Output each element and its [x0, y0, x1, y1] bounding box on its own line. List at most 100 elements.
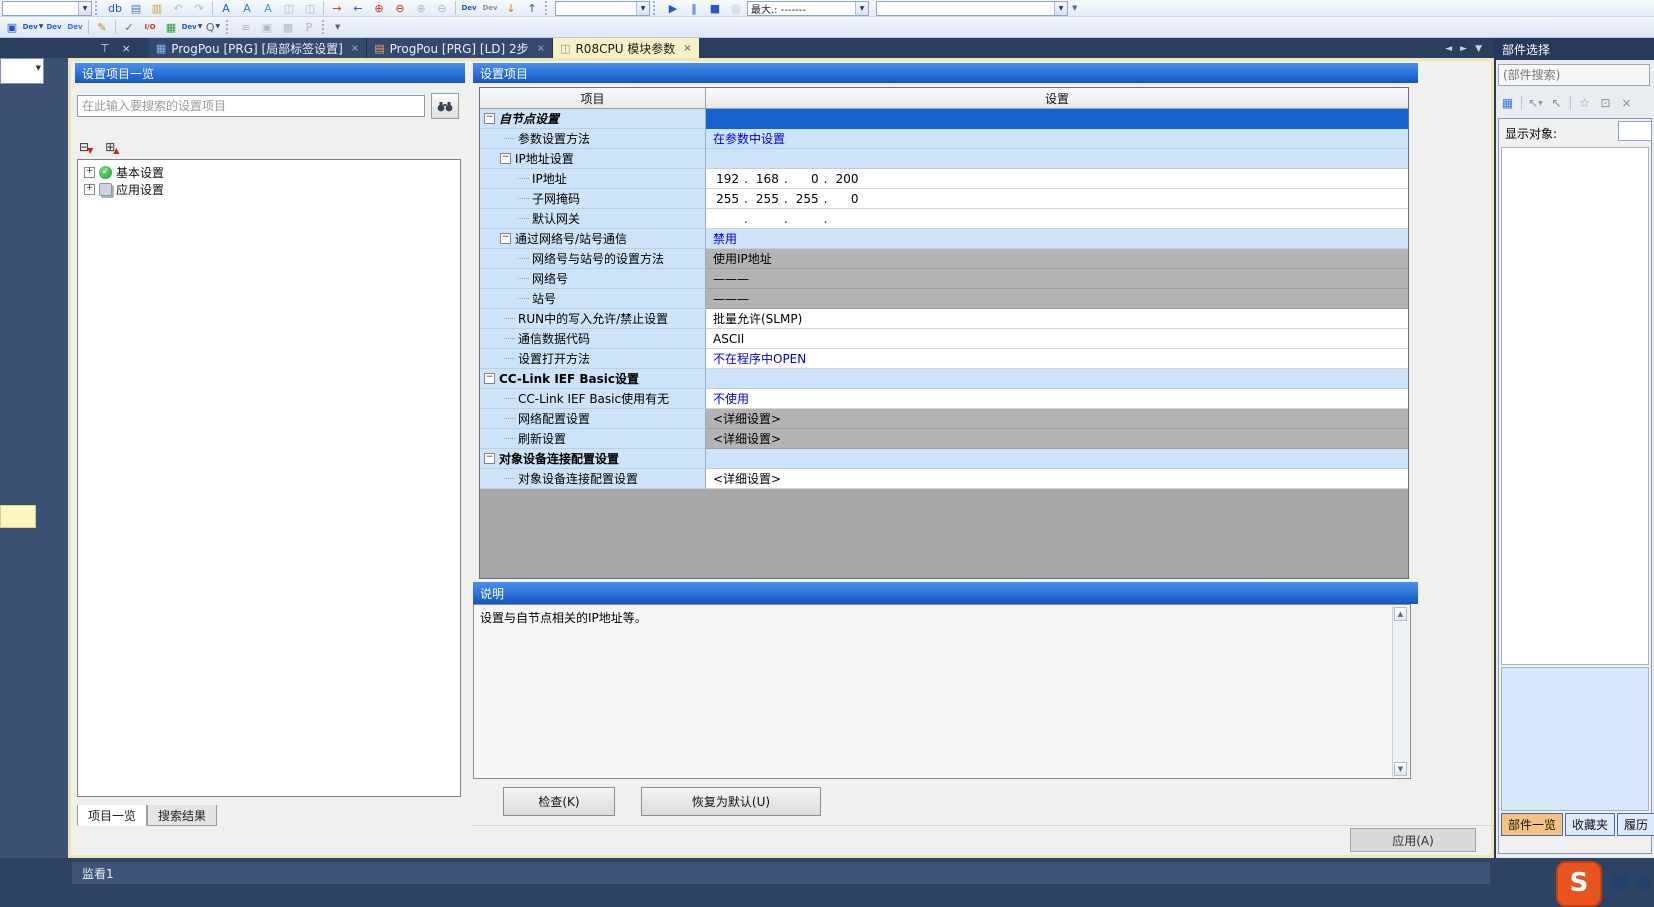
dev-columns-icon[interactable]: Dev — [65, 20, 85, 35]
window-tile-icon[interactable]: ◫ — [300, 1, 320, 16]
watch-window-titlebar[interactable]: 监看1 — [72, 862, 1490, 884]
row-value-cell[interactable]: ——— — [706, 289, 1408, 309]
display-target-combobox[interactable] — [1618, 121, 1652, 141]
row-expander-icon[interactable]: − — [500, 153, 511, 164]
table-row[interactable]: −CC-Link IEF Basic设置 — [480, 369, 1408, 389]
write-to-plc-icon[interactable]: ↑ — [522, 1, 542, 16]
table-row[interactable]: 子网掩码255.255.255.0 — [480, 189, 1408, 209]
io-check-icon[interactable]: I/O — [140, 20, 160, 35]
toolbar-combobox-2[interactable]: ▼ — [555, 1, 650, 16]
window-cascade-icon[interactable]: ◫ — [279, 1, 299, 16]
redo-icon[interactable]: ↷ — [189, 1, 209, 16]
tab-list-icon[interactable]: ▼ — [1475, 44, 1482, 54]
favorite-icon[interactable]: ☆ — [1575, 94, 1594, 112]
row-value-cell[interactable] — [706, 149, 1408, 169]
row-value-cell[interactable] — [706, 369, 1408, 389]
table-row[interactable]: 对象设备连接配置设置<详细设置> — [480, 469, 1408, 489]
device-write-icon[interactable]: ▦ — [161, 20, 181, 35]
dev-monitor-icon[interactable]: Dev — [459, 1, 479, 16]
check-button[interactable]: 检查(K) — [503, 787, 615, 816]
table-row[interactable]: 网络配置设置<详细设置> — [480, 409, 1408, 429]
toolbar-combobox-wide[interactable]: ▼ — [876, 1, 1068, 16]
tree-item[interactable]: +✓基本设置 — [78, 164, 460, 181]
pin-icon[interactable]: ⊤ — [100, 42, 110, 55]
tree-expander-icon[interactable]: + — [84, 167, 95, 178]
row-value-cell[interactable]: 255.255.255.0 — [706, 189, 1408, 209]
toolbar-combobox-max[interactable]: 最大.: -------▼ — [747, 1, 869, 16]
taskbar-icon[interactable] — [1636, 874, 1652, 890]
row-value-cell[interactable]: ——— — [706, 269, 1408, 289]
apply-button[interactable]: 应用(A) — [1350, 828, 1476, 852]
table-row[interactable]: −自节点设置 — [480, 109, 1408, 129]
row-value-cell[interactable]: <详细设置> — [706, 469, 1408, 489]
toolbar-combobox-1[interactable]: ▼ — [2, 1, 92, 16]
row-expander-icon[interactable]: − — [484, 373, 495, 384]
find-zoom-icon[interactable]: Q▼ — [203, 20, 223, 35]
table-row[interactable]: 网络号——— — [480, 269, 1408, 289]
taskbar-icon[interactable] — [1612, 874, 1628, 890]
device-statement-icon[interactable]: A — [237, 1, 257, 16]
zoom-reset-icon[interactable]: ⊖ — [432, 1, 452, 16]
monitor-watch-icon[interactable]: ◎ — [726, 1, 746, 16]
new-window-icon[interactable]: ▣ — [2, 20, 22, 35]
panel-splitter[interactable] — [465, 61, 473, 855]
table-row[interactable]: −通过网络号/站号通信禁用 — [480, 229, 1408, 249]
close-icon[interactable]: × — [1617, 94, 1636, 112]
toolbar-overflow-icon[interactable]: ▼ — [1072, 4, 1077, 12]
row-value-cell[interactable] — [706, 109, 1408, 129]
row-value-cell[interactable]: 在参数中设置 — [706, 129, 1408, 149]
table-row[interactable]: −IP地址设置 — [480, 149, 1408, 169]
table-row[interactable]: 站号——— — [480, 289, 1408, 309]
table-row[interactable]: 默认网关... — [480, 209, 1408, 229]
user-view-icon[interactable]: P — [299, 20, 319, 35]
description-scrollbar[interactable]: ▲ ▼ — [1392, 606, 1409, 777]
window-view-icon[interactable]: ▣ — [257, 20, 277, 35]
row-expander-icon[interactable]: − — [484, 113, 495, 124]
table-row[interactable]: RUN中的写入允许/禁止设置批量允许(SLMP) — [480, 309, 1408, 329]
tab-close-icon[interactable]: × — [351, 43, 359, 54]
search-button[interactable] — [431, 93, 459, 119]
close-icon[interactable]: × — [122, 42, 131, 55]
table-row[interactable]: CC-Link IEF Basic使用有无不使用 — [480, 389, 1408, 409]
document-tab[interactable]: ▦ProgPou [PRG] [局部标签设置]× — [149, 38, 367, 58]
monitor-stop-icon[interactable]: ■ — [705, 1, 725, 16]
copy-icon[interactable]: ▤ — [126, 1, 146, 16]
search-input[interactable]: 在此输入要搜索的设置项目 — [77, 95, 425, 117]
monitor-start-icon[interactable]: ▶ — [663, 1, 683, 16]
element-panel-tab[interactable]: 履历 — [1617, 813, 1654, 836]
row-value-cell[interactable]: 批量允许(SLMP) — [706, 309, 1408, 329]
row-value-cell[interactable]: 禁用 — [706, 229, 1408, 249]
paste-icon[interactable]: ▥ — [147, 1, 167, 16]
left-panel-tab[interactable]: 搜索结果 — [147, 805, 217, 826]
left-panel-tab[interactable]: 项目一览 — [77, 805, 147, 826]
table-row[interactable]: −对象设备连接配置设置 — [480, 449, 1408, 469]
document-tab[interactable]: ▤ProgPou [PRG] [LD] 2步× — [367, 38, 553, 58]
tab-scroll-left-icon[interactable]: ◄ — [1445, 44, 1452, 54]
tree-item[interactable]: +应用设置 — [78, 181, 460, 198]
element-panel-tab[interactable]: 部件一览 — [1501, 813, 1563, 836]
row-value-cell[interactable]: 使用IP地址 — [706, 249, 1408, 269]
row-value-cell[interactable]: <详细设置> — [706, 409, 1408, 429]
read-from-plc-icon[interactable]: ↓ — [501, 1, 521, 16]
row-value-cell[interactable]: ASCII — [706, 329, 1408, 349]
check-program-icon[interactable]: ✓ — [119, 20, 139, 35]
row-expander-icon[interactable]: − — [500, 233, 511, 244]
device-note-icon[interactable]: A — [258, 1, 278, 16]
dev-assign-icon[interactable]: Dev▼ — [23, 20, 43, 35]
row-value-cell[interactable]: <详细设置> — [706, 429, 1408, 449]
edit-mode-icon[interactable]: ✎ — [92, 20, 112, 35]
place-module-icon[interactable]: ▦ — [1498, 94, 1517, 112]
find-device-icon[interactable]: db — [105, 1, 125, 16]
element-list[interactable] — [1501, 147, 1649, 665]
row-value-cell[interactable]: 不在程序中OPEN — [706, 349, 1408, 369]
zoom-in-icon[interactable]: ⊕ — [369, 1, 389, 16]
element-search-input[interactable]: (部件搜索) — [1498, 64, 1650, 86]
list-view-icon[interactable]: ≡ — [236, 20, 256, 35]
jump-next-icon[interactable]: → — [327, 1, 347, 16]
new-folder-icon[interactable]: ⊡ — [1596, 94, 1615, 112]
dev-grid-icon[interactable]: Dev — [44, 20, 64, 35]
tab-scroll-right-icon[interactable]: ► — [1460, 44, 1467, 54]
jump-prev-icon[interactable]: ← — [348, 1, 368, 16]
dev-display-icon[interactable]: Dev▼ — [182, 20, 202, 35]
rail-combobox[interactable]: ▼ — [0, 58, 44, 84]
